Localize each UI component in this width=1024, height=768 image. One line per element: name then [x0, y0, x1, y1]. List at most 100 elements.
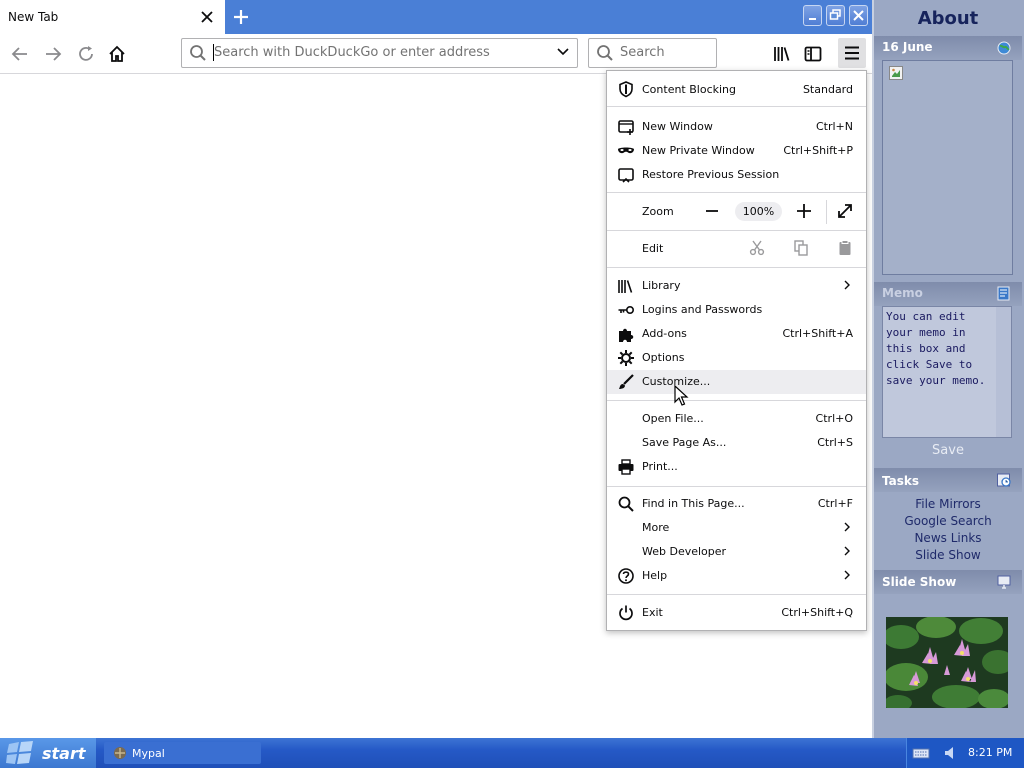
task-link-news-links[interactable]: News Links [874, 531, 1022, 545]
menu-shortcut: Ctrl+N [815, 120, 853, 133]
calendar-date: 16 June [882, 40, 933, 54]
menu-label: Open File... [642, 412, 704, 425]
paste-icon[interactable] [836, 239, 854, 257]
home-icon[interactable] [107, 44, 127, 64]
search-placeholder: Search [620, 45, 665, 60]
start-label: start [42, 744, 86, 763]
tasks-clock-icon[interactable] [996, 472, 1012, 488]
zoom-out-icon[interactable] [703, 202, 721, 220]
menu-separator [607, 106, 866, 107]
close-tab-icon[interactable] [200, 10, 214, 24]
library-icon[interactable] [772, 44, 792, 64]
chevron-right-icon [842, 546, 852, 556]
menu-separator [607, 230, 866, 231]
volume-icon[interactable] [942, 745, 958, 761]
menu-label: Web Developer [642, 545, 727, 558]
private-mask-icon [617, 142, 635, 160]
sidebar-icon[interactable] [803, 44, 823, 64]
gear-icon [617, 349, 635, 367]
cut-icon[interactable] [748, 239, 766, 257]
chevron-right-icon [842, 522, 852, 532]
paintbrush-icon [617, 373, 635, 391]
menu-label: New Private Window [642, 144, 755, 157]
taskbar-clock: 8:21 PM [968, 746, 1013, 759]
menu-value: Standard [802, 83, 853, 96]
task-link-slide-show[interactable]: Slide Show [874, 548, 1022, 562]
menu-label: Library [642, 279, 681, 292]
task-link-google-search[interactable]: Google Search [874, 514, 1022, 528]
menu-shortcut: Ctrl+Shift+A [782, 327, 853, 340]
slideshow-image[interactable] [886, 617, 1008, 708]
menu-shortcut: Ctrl+S [817, 436, 853, 449]
monitor-icon[interactable] [996, 574, 1012, 590]
printer-icon [617, 458, 635, 476]
shield-icon [617, 80, 635, 98]
fullscreen-icon[interactable] [836, 202, 854, 220]
slideshow-title: Slide Show [882, 575, 957, 589]
menu-label: Content Blocking [642, 83, 737, 96]
zoom-label: Zoom [642, 205, 674, 218]
menu-shortcut: Ctrl+F [817, 497, 853, 510]
menu-separator [782, 224, 783, 225]
search-icon [596, 44, 614, 62]
open-menu-button[interactable] [838, 38, 866, 68]
taskbar-item-label: Mypal [132, 747, 165, 760]
menu-separator [607, 267, 866, 268]
search-icon [189, 44, 207, 62]
minimize-window-button[interactable] [803, 5, 822, 26]
restore-session-icon [617, 166, 635, 184]
copy-icon[interactable] [792, 239, 810, 257]
globe-icon[interactable] [996, 39, 1012, 55]
task-link-file-mirrors[interactable]: File Mirrors [874, 497, 1022, 511]
memo-scrollbar[interactable] [996, 307, 1011, 437]
restore-window-button[interactable] [826, 5, 845, 26]
menu-label: Exit [642, 606, 663, 619]
sidebar-title[interactable]: About [874, 8, 1022, 29]
menu-separator [607, 192, 866, 193]
memo-save-button[interactable]: Save [874, 443, 1022, 458]
key-icon [617, 301, 635, 319]
puzzle-piece-icon [617, 325, 635, 343]
menu-label: Logins and Passwords [642, 303, 763, 316]
edit-label: Edit [642, 242, 664, 255]
menu-separator [607, 400, 866, 401]
menu-shortcut: Ctrl+Shift+P [783, 144, 853, 157]
search-icon [617, 495, 635, 513]
menu-shortcut: Ctrl+O [815, 412, 853, 425]
menu-label: New Window [642, 120, 713, 133]
help-icon [617, 567, 635, 585]
mouse-pointer-icon [674, 385, 690, 407]
zoom-reset-button[interactable]: 100% [735, 202, 782, 221]
menu-label: Find in This Page... [642, 497, 745, 510]
menu-label: More [642, 521, 670, 534]
menu-label: Save Page As... [642, 436, 727, 449]
tasks-title: Tasks [882, 474, 920, 488]
chevron-down-icon[interactable] [556, 46, 570, 58]
close-window-button[interactable] [849, 5, 868, 26]
power-icon [617, 604, 635, 622]
new-tab-plus-icon[interactable] [232, 8, 250, 26]
menu-separator [607, 486, 866, 487]
menu-label: Options [642, 351, 685, 364]
library-icon [617, 277, 635, 295]
new-window-icon [617, 118, 635, 136]
reload-icon[interactable] [76, 44, 96, 64]
address-placeholder: Search with DuckDuckGo or enter address [214, 45, 490, 60]
chevron-right-icon [842, 280, 852, 290]
arrow-left-icon[interactable] [10, 44, 30, 64]
menu-label: Restore Previous Session [642, 168, 780, 181]
tab-title: New Tab [8, 10, 59, 24]
arrow-right-icon[interactable] [43, 44, 63, 64]
calendar-panel [882, 60, 1013, 275]
notepad-icon[interactable] [996, 285, 1012, 301]
memo-textarea[interactable]: You can edit your memo in this box and c… [882, 306, 1012, 438]
menu-label: Print... [642, 460, 678, 473]
menu-label: Add-ons [642, 327, 687, 340]
image-placeholder-icon [889, 66, 903, 80]
menu-separator [607, 594, 866, 595]
zoom-in-icon[interactable] [795, 202, 813, 220]
keyboard-icon[interactable] [912, 746, 930, 760]
mypal-app-icon [112, 745, 128, 761]
memo-title: Memo [882, 286, 923, 300]
menu-label: Help [642, 569, 668, 582]
